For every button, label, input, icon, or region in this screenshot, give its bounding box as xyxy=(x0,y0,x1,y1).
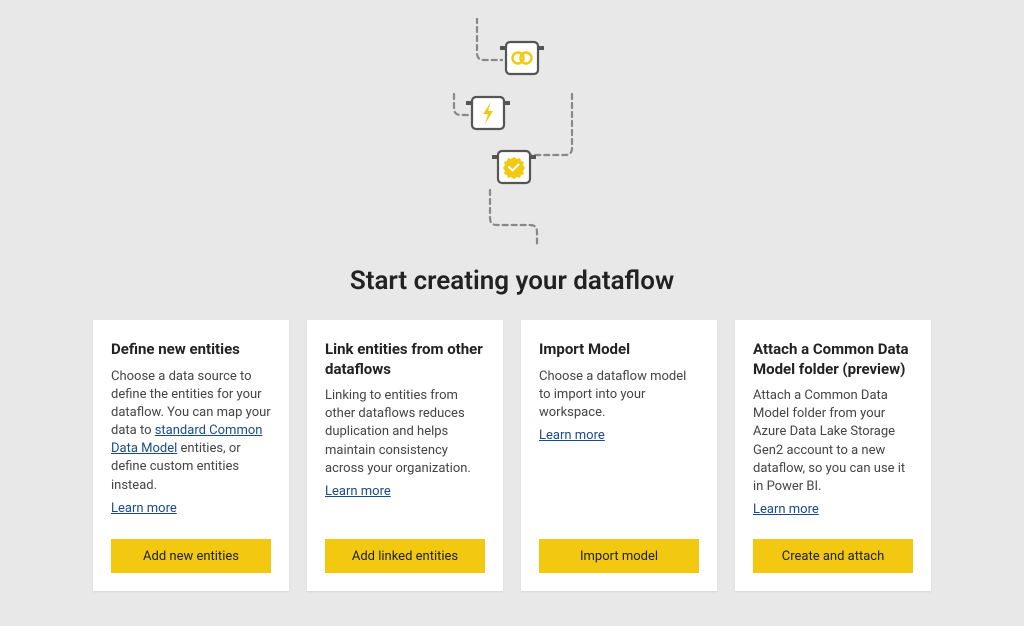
card-title: Import Model xyxy=(539,340,699,360)
card-link-entities: Link entities from other dataflows Linki… xyxy=(307,320,503,591)
card-title: Link entities from other dataflows xyxy=(325,340,485,379)
add-linked-entities-button[interactable]: Add linked entities xyxy=(325,539,485,573)
bolt-icon xyxy=(466,97,510,129)
card-title: Attach a Common Data Model folder (previ… xyxy=(753,340,913,379)
dataflow-start-page: Start creating your dataflow Define new … xyxy=(0,0,1024,626)
add-new-entities-button[interactable]: Add new entities xyxy=(111,539,271,573)
card-title: Define new entities xyxy=(111,340,271,360)
learn-more-link[interactable]: Learn more xyxy=(539,428,699,455)
page-title: Start creating your dataflow xyxy=(350,266,674,296)
learn-more-link[interactable]: Learn more xyxy=(753,502,913,529)
hero-illustration xyxy=(412,18,612,248)
link-icon xyxy=(500,42,544,74)
learn-more-link[interactable]: Learn more xyxy=(325,484,485,511)
learn-more-link[interactable]: Learn more xyxy=(111,501,271,528)
card-description: Choose a data source to define the entit… xyxy=(111,368,271,495)
card-description: Attach a Common Data Model folder from y… xyxy=(753,387,913,496)
card-attach-cdm: Attach a Common Data Model folder (previ… xyxy=(735,320,931,591)
cards-row: Define new entities Choose a data source… xyxy=(0,320,1024,591)
card-description: Linking to entities from other dataflows… xyxy=(325,387,485,478)
card-import-model: Import Model Choose a dataflow model to … xyxy=(521,320,717,591)
card-description: Choose a dataflow model to import into y… xyxy=(539,368,699,423)
check-badge-icon xyxy=(492,151,536,183)
card-define-entities: Define new entities Choose a data source… xyxy=(93,320,289,591)
create-and-attach-button[interactable]: Create and attach xyxy=(753,539,913,573)
import-model-button[interactable]: Import model xyxy=(539,539,699,573)
